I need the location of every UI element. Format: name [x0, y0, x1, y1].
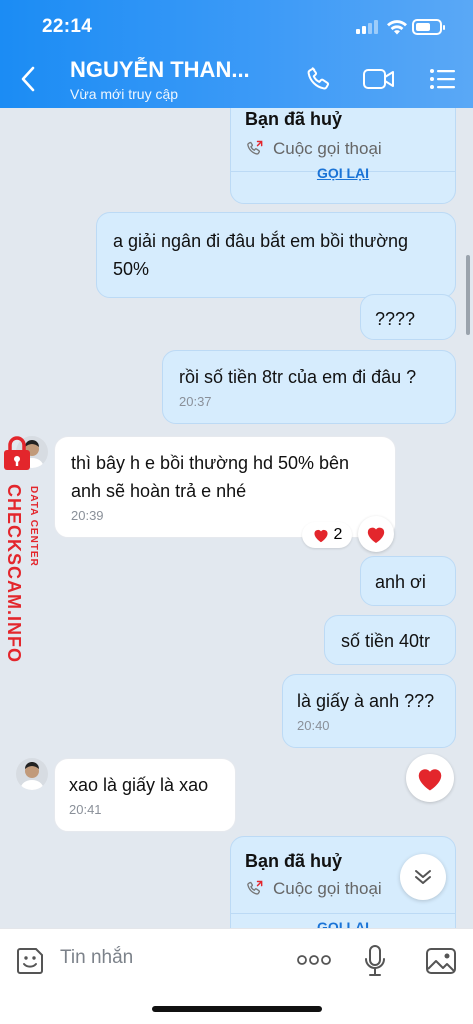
status-time: 22:14 — [42, 16, 93, 37]
reaction-count-value: 2 — [333, 526, 343, 543]
image-button[interactable] — [422, 943, 460, 979]
microphone-icon — [365, 945, 385, 976]
double-chevron-down-icon — [415, 870, 431, 884]
missed-call-icon — [247, 140, 263, 155]
list-menu-icon — [430, 69, 455, 89]
call-card-type: Cuộc gọi thoại — [245, 139, 382, 159]
more-button[interactable] — [294, 943, 334, 977]
voice-call-button[interactable] — [302, 64, 336, 94]
message-outgoing[interactable]: a giải ngân đi đâu bắt em bồi thường 50% — [96, 212, 456, 298]
message-incoming[interactable]: xao là giấy là xao 20:41 — [54, 758, 236, 832]
scroll-down-button[interactable] — [400, 854, 446, 900]
message-outgoing[interactable]: là giấy à anh ??? 20:40 — [282, 674, 456, 748]
chat-header: 22:14 NGUYỄN THAN... Vừa mới truy cập — [0, 0, 473, 108]
message-text: a giải ngân đi đâu bắt em bồi thường 50% — [113, 231, 409, 279]
call-card-type: Cuộc gọi thoại — [245, 879, 382, 899]
message-time: 20:41 — [69, 802, 102, 817]
sticker-button[interactable] — [12, 943, 48, 979]
smiley-sticker-icon — [17, 948, 43, 974]
home-indicator — [152, 1006, 322, 1012]
watermark: CHECKSCAM.INFO DATA CENTER — [0, 436, 54, 676]
message-text: rồi số tiền 8tr của em đi đâu ? — [179, 367, 417, 387]
call-card-type-label: Cuộc gọi thoại — [273, 139, 382, 158]
heart-icon — [314, 529, 328, 543]
video-call-button[interactable] — [362, 64, 396, 94]
message-outgoing[interactable]: ???? — [360, 294, 456, 340]
lock-icon — [4, 436, 30, 470]
message-input[interactable]: Tin nhắn — [60, 947, 133, 969]
message-text: là giấy à anh ??? — [297, 691, 435, 711]
message-text: ???? — [375, 309, 416, 329]
scrollbar[interactable] — [466, 255, 470, 335]
contact-name[interactable]: NGUYỄN THAN... — [70, 57, 250, 83]
message-outgoing[interactable]: số tiền 40tr — [324, 615, 456, 665]
image-icon — [426, 948, 456, 974]
call-card[interactable]: Bạn đã huỷ Cuộc gọi thoại GỌI LẠI — [230, 108, 456, 204]
back-button[interactable] — [14, 62, 42, 96]
phone-icon — [307, 67, 329, 90]
more-dots-icon — [297, 955, 331, 965]
heart-icon — [367, 527, 385, 544]
message-text: xao là giấy là xao — [69, 775, 209, 795]
heart-icon — [418, 769, 442, 791]
signal-icon — [356, 20, 380, 34]
message-text: số tiền 40tr — [341, 631, 431, 651]
message-time: 20:37 — [179, 394, 212, 409]
reaction-count[interactable]: 2 — [302, 522, 352, 548]
message-outgoing[interactable]: rồi số tiền 8tr của em đi đâu ? 20:37 — [162, 350, 456, 424]
call-card-title: Bạn đã huỷ — [245, 109, 343, 129]
wifi-icon — [386, 18, 408, 36]
call-card-divider — [231, 913, 455, 914]
call-back-button[interactable]: GỌI LẠI — [231, 165, 455, 181]
message-time: 20:40 — [297, 718, 330, 733]
menu-button[interactable] — [426, 64, 460, 94]
status-bar: 22:14 — [0, 16, 473, 40]
message-list[interactable]: Bạn đã huỷ Cuộc gọi thoại GỌI LẠI a giải… — [0, 108, 473, 928]
voice-message-button[interactable] — [358, 943, 392, 979]
watermark-brand: CHECKSCAM.INFO — [4, 484, 24, 663]
battery-icon — [412, 19, 445, 35]
avatar-person-icon — [20, 762, 44, 790]
call-card-type-label: Cuộc gọi thoại — [273, 879, 382, 898]
message-text: anh ơi — [375, 572, 426, 592]
react-button[interactable] — [406, 754, 454, 802]
react-button[interactable] — [358, 516, 394, 552]
video-camera-icon — [363, 69, 394, 89]
message-outgoing[interactable]: anh ơi — [360, 556, 456, 606]
watermark-tag: DATA CENTER — [28, 486, 39, 567]
call-card-title: Bạn đã huỷ — [245, 851, 343, 871]
back-arrow-icon — [21, 66, 35, 92]
missed-call-icon — [247, 880, 263, 895]
message-text: thì bây h e bồi thường hd 50% bên anh sẽ… — [71, 453, 350, 501]
call-back-button[interactable]: GỌI LẠI — [231, 919, 455, 928]
contact-status: Vừa mới truy cập — [70, 86, 179, 102]
avatar[interactable] — [16, 758, 48, 790]
